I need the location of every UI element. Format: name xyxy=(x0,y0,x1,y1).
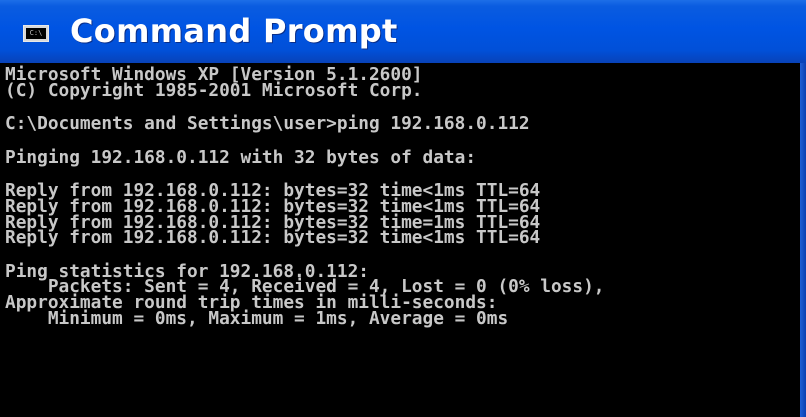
console-line: Reply from 192.168.0.112: bytes=32 time<… xyxy=(5,227,541,249)
console-line: (C) Copyright 1985-2001 Microsoft Corp. xyxy=(5,79,423,101)
title-bar[interactable]: C:\ Command Prompt xyxy=(0,0,806,63)
window-title: Command Prompt xyxy=(70,12,398,50)
cmd-console-icon[interactable]: C:\ xyxy=(23,25,49,42)
window-right-border xyxy=(800,63,806,417)
console-line: Minimum = 0ms, Maximum = 1ms, Average = … xyxy=(5,307,509,329)
console-line: Pinging 192.168.0.112 with 32 bytes of d… xyxy=(5,146,477,168)
console-icon-glyph: C:\ xyxy=(26,28,46,39)
console-line: C:\Documents and Settings\user>ping 192.… xyxy=(5,113,530,135)
console-output[interactable]: Microsoft Windows XP [Version 5.1.2600] … xyxy=(0,63,800,417)
command-prompt-window: C:\ Command Prompt Microsoft Windows XP … xyxy=(0,0,806,417)
